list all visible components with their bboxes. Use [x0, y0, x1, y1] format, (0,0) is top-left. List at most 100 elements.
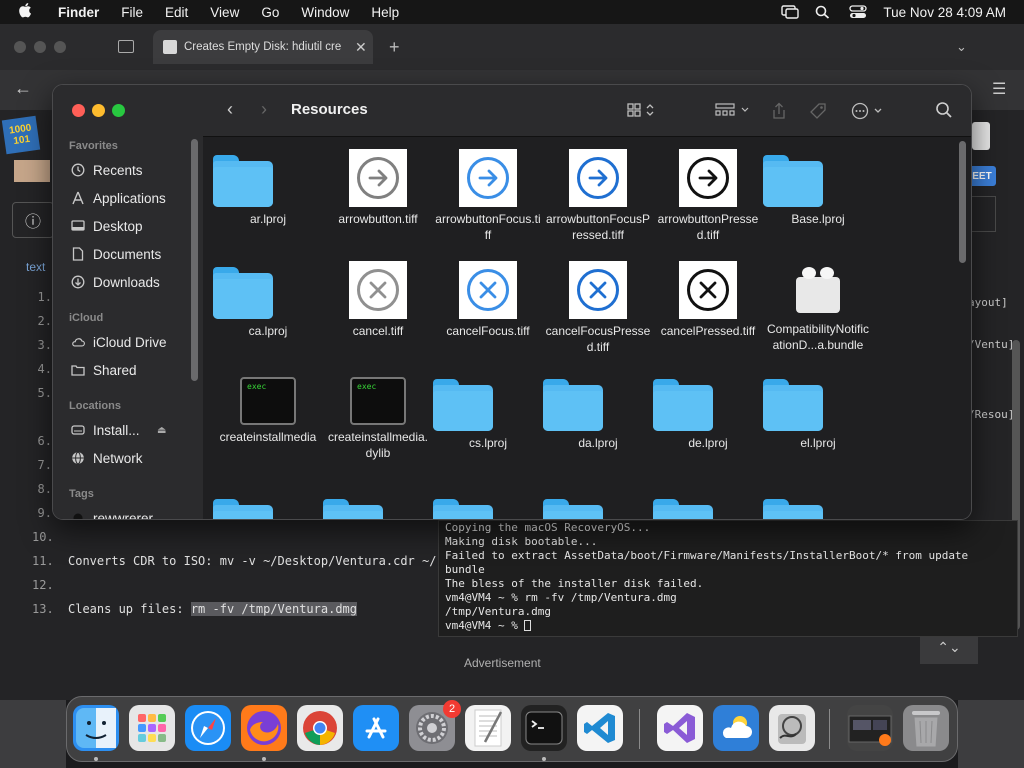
menu-go[interactable]: Go [261, 5, 279, 20]
sidebar-item-install-disk[interactable]: Install... ⏏ [71, 418, 166, 442]
sidebar-scrollbar[interactable] [191, 139, 198, 381]
file-item[interactable]: ca.lproj [213, 261, 323, 339]
file-item[interactable]: arrowbuttonFocusPressed.tiff [543, 149, 653, 243]
sidebar-item-documents[interactable]: Documents [71, 242, 161, 266]
window-zoom-button[interactable] [112, 104, 125, 117]
menu-view[interactable]: View [210, 5, 239, 20]
app-store-icon[interactable] [353, 705, 399, 751]
menu-file[interactable]: File [121, 5, 143, 20]
code-line-11: Converts CDR to ISO: mv -v ~/Desktop/Ven… [68, 554, 437, 568]
menu-help[interactable]: Help [371, 5, 399, 20]
spotlight-search-icon[interactable] [815, 5, 833, 19]
menu-bar-clock[interactable]: Tue Nov 28 4:09 AM [883, 5, 1006, 20]
close-tab-icon[interactable]: ✕ [355, 39, 373, 56]
vscode-icon[interactable] [577, 705, 623, 751]
selected-command[interactable]: rm -fv /tmp/Ventura.dmg [190, 602, 357, 616]
sidebar-item-downloads[interactable]: Downloads [71, 270, 160, 294]
menu-app-name[interactable]: Finder [58, 5, 99, 20]
sidebar-item-icloud-drive[interactable]: iCloud Drive [71, 330, 167, 354]
folder-partial[interactable] [653, 493, 763, 519]
file-item[interactable]: cancelPressed.tiff [653, 261, 763, 339]
browser-zoom-button[interactable] [54, 41, 66, 53]
window-minimize-button[interactable] [92, 104, 105, 117]
sidebar-item-desktop[interactable]: Desktop [71, 214, 143, 238]
terminal-prompt-line[interactable]: vm4@VM4 ~ % [445, 619, 1011, 633]
back-icon[interactable]: ‹ [227, 99, 233, 120]
site-logo[interactable]: 1000 101 [1, 115, 41, 155]
more-actions-icon[interactable] [851, 102, 887, 124]
info-icon[interactable]: ⓘ [12, 202, 54, 238]
cloud-icon [71, 335, 85, 349]
sidebar-item-applications[interactable]: Applications [71, 186, 166, 210]
notification-badge: 2 [443, 700, 461, 718]
file-item[interactable]: arrowbuttonFocus.tiff [433, 149, 543, 243]
tag-icon[interactable] [809, 102, 827, 124]
control-center-icon[interactable] [849, 5, 868, 19]
finder-icon[interactable] [73, 705, 119, 751]
file-item[interactable]: cs.lproj [433, 373, 543, 451]
folder-partial[interactable] [433, 493, 543, 519]
search-icon[interactable] [935, 101, 953, 119]
file-item[interactable]: da.lproj [543, 373, 653, 451]
firefox-icon[interactable] [241, 705, 287, 751]
apple-menu-icon[interactable] [18, 2, 40, 22]
browser-close-button[interactable] [14, 41, 26, 53]
folder-partial[interactable] [763, 493, 873, 519]
file-item[interactable]: exec createinstallmedia.dylib [323, 373, 433, 461]
file-name: arrowbuttonFocus.tiff [435, 212, 541, 242]
folder-partial[interactable] [323, 493, 433, 519]
file-item[interactable]: exec createinstallmedia [213, 373, 323, 445]
terminal-window[interactable]: Copying the macOS RecoveryOS... Making d… [438, 520, 1018, 637]
terminal-icon[interactable] [521, 705, 567, 751]
group-by-icon[interactable] [715, 102, 751, 122]
screen-mirroring-icon[interactable] [781, 5, 800, 19]
settings-icon[interactable]: 2 [409, 700, 461, 751]
share-icon[interactable] [771, 102, 787, 124]
icon-view-icon[interactable] [627, 102, 657, 122]
downloads-stack-icon[interactable] [847, 705, 893, 751]
textedit-icon[interactable] [465, 705, 511, 751]
sidebar-item-recents[interactable]: Recents [71, 158, 143, 182]
sidebar-item-shared[interactable]: Shared [71, 358, 137, 382]
file-item[interactable]: de.lproj [653, 373, 763, 451]
file-item[interactable]: cancelFocusPressed.tiff [543, 261, 653, 355]
desktop-icon [71, 219, 85, 233]
file-item[interactable]: cancelFocus.tiff [433, 261, 543, 339]
menu-window[interactable]: Window [301, 5, 349, 20]
trash-icon[interactable] [903, 705, 949, 751]
browser-back-icon[interactable]: ← [14, 78, 32, 99]
sidebar-item-tag[interactable]: rewwrerer [71, 506, 153, 519]
window-close-button[interactable] [72, 104, 85, 117]
eject-icon[interactable]: ⏏ [157, 425, 166, 436]
content-scrollbar[interactable] [959, 141, 966, 263]
browser-minimize-button[interactable] [34, 41, 46, 53]
chrome-icon[interactable] [297, 705, 343, 751]
page-button[interactable] [972, 122, 990, 150]
file-item[interactable]: arrowbutton.tiff [323, 149, 433, 227]
safari-icon[interactable] [185, 705, 231, 751]
menu-icon[interactable]: ☰ [992, 79, 1006, 99]
weather-icon[interactable] [713, 705, 759, 751]
sidebar-item-network[interactable]: Network [71, 446, 143, 470]
launchpad-icon[interactable] [129, 705, 175, 751]
disk-utility-icon[interactable] [769, 705, 815, 751]
new-tab-icon[interactable]: + [389, 37, 400, 58]
file-name: CompatibilityNotificationD...a.bundle [766, 322, 870, 352]
tab-overview-icon[interactable] [118, 40, 134, 53]
forward-icon[interactable]: › [261, 99, 267, 120]
file-item[interactable]: arrowbuttonPressed.tiff [653, 149, 763, 243]
browser-tab[interactable]: Creates Empty Disk: hdiutil cre ✕ [153, 30, 373, 64]
file-item[interactable]: Base.lproj [763, 149, 873, 227]
file-item[interactable]: CompatibilityNotificationD...a.bundle [763, 261, 873, 353]
folder-partial[interactable] [213, 493, 323, 519]
file-item[interactable]: el.lproj [763, 373, 873, 451]
chevron-down-icon[interactable]: ⌄ [956, 39, 967, 55]
folder-partial[interactable] [543, 493, 653, 519]
file-name: Base.lproj [791, 212, 845, 226]
file-item[interactable]: cancel.tiff [323, 261, 433, 339]
line-number: 8. [37, 482, 52, 496]
visual-studio-icon[interactable] [657, 705, 703, 751]
file-item[interactable]: ar.lproj [213, 149, 323, 227]
menu-edit[interactable]: Edit [165, 5, 188, 20]
sheet-button[interactable]: EET [968, 166, 996, 186]
